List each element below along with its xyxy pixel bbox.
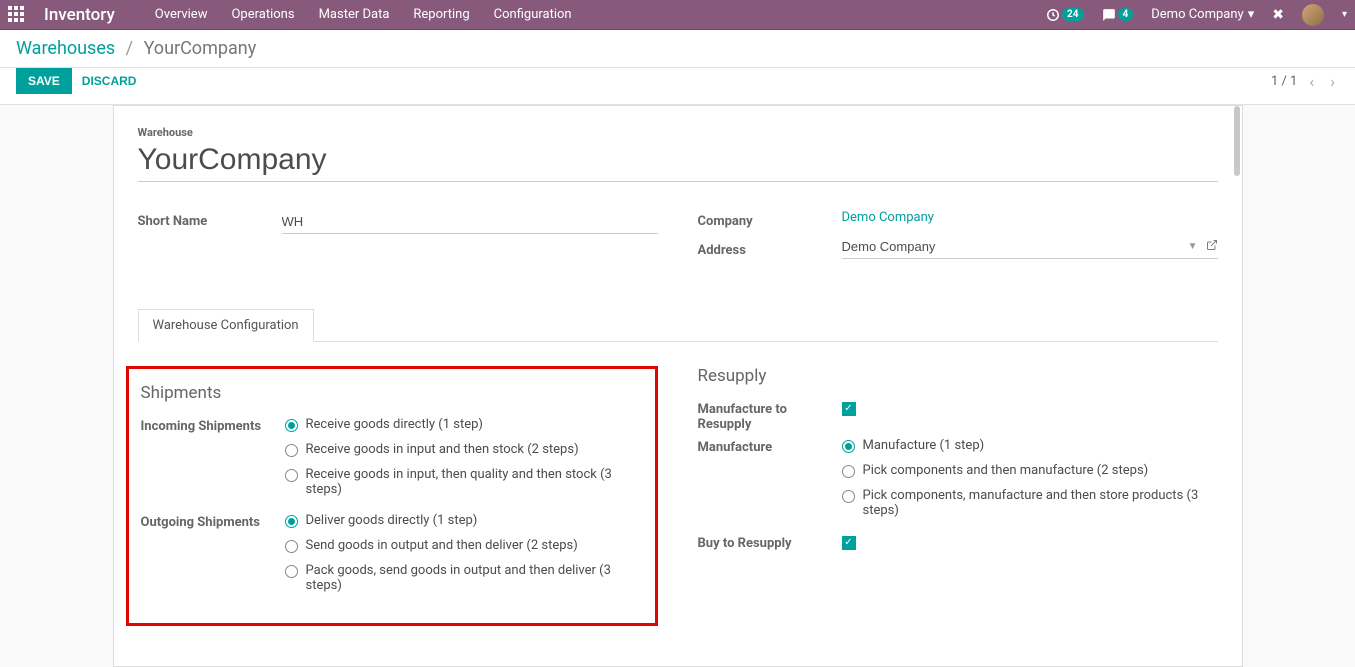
user-avatar[interactable] — [1302, 4, 1324, 26]
messaging-icon[interactable]: 4 — [1102, 8, 1134, 22]
control-panel-bottom: SAVE DISCARD 1 / 1 ‹ › — [0, 68, 1355, 105]
company-name: Demo Company — [1151, 7, 1243, 22]
pager-prev-icon[interactable]: ‹ — [1305, 72, 1318, 91]
dropdown-caret-icon[interactable]: ▼ — [1188, 241, 1198, 252]
scrollbar-thumb[interactable] — [1234, 106, 1240, 176]
incoming-option-1: Receive goods directly (1 step) — [306, 417, 483, 432]
manufacture-label: Manufacture — [698, 438, 842, 455]
shipments-section: Shipments Incoming Shipments Receive goo… — [138, 366, 658, 626]
manufacture-radio-2[interactable] — [842, 465, 855, 478]
pager-next-icon[interactable]: › — [1326, 72, 1339, 91]
address-input[interactable] — [842, 239, 1188, 254]
manufacture-option-2: Pick components and then manufacture (2 … — [863, 463, 1149, 478]
manufacture-option-3: Pick components, manufacture and then st… — [863, 488, 1218, 518]
scrollbar[interactable] — [1232, 106, 1242, 666]
breadcrumb: Warehouses / YourCompany — [16, 38, 1339, 59]
form-container: Warehouse Short Name Company Demo Compan… — [0, 105, 1355, 667]
menu-configuration[interactable]: Configuration — [494, 7, 572, 22]
incoming-option-2: Receive goods in input and then stock (2… — [306, 442, 579, 457]
buy-to-resupply-label: Buy to Resupply — [698, 534, 842, 551]
messaging-badge: 4 — [1118, 8, 1134, 21]
company-label: Company — [698, 210, 842, 229]
highlight-box: Shipments Incoming Shipments Receive goo… — [126, 366, 658, 626]
company-link[interactable]: Demo Company — [842, 210, 934, 225]
menu-overview[interactable]: Overview — [155, 7, 208, 22]
shortname-label: Short Name — [138, 210, 282, 229]
outgoing-option-3: Pack goods, send goods in output and the… — [306, 563, 645, 593]
company-switcher[interactable]: Demo Company ▾ — [1151, 7, 1254, 22]
pager-value[interactable]: 1 / 1 — [1271, 74, 1297, 89]
tab-warehouse-config[interactable]: Warehouse Configuration — [138, 309, 314, 342]
shortname-input[interactable] — [282, 210, 658, 234]
outgoing-label: Outgoing Shipments — [141, 513, 285, 530]
incoming-option-3: Receive goods in input, then quality and… — [306, 467, 645, 497]
systray: 24 4 Demo Company ▾ ✖ ▾ — [1046, 4, 1347, 26]
manufacture-radio-3[interactable] — [842, 490, 855, 503]
breadcrumb-separator: / — [126, 38, 133, 59]
activity-icon[interactable]: 24 — [1046, 8, 1083, 22]
incoming-radio-2[interactable] — [285, 444, 298, 457]
incoming-radio-1[interactable] — [285, 419, 298, 432]
app-title[interactable]: Inventory — [44, 5, 115, 25]
buy-to-resupply-checkbox[interactable]: ✓ — [842, 536, 856, 550]
manufacture-option-1: Manufacture (1 step) — [863, 438, 985, 453]
tab-content: Shipments Incoming Shipments Receive goo… — [138, 342, 1218, 626]
form-sheet: Warehouse Short Name Company Demo Compan… — [113, 105, 1243, 667]
outgoing-radio-2[interactable] — [285, 540, 298, 553]
control-panel-top: Warehouses / YourCompany — [0, 30, 1355, 68]
developer-tools-icon[interactable]: ✖ — [1272, 7, 1284, 23]
menu-operations[interactable]: Operations — [231, 7, 294, 22]
incoming-radio-3[interactable] — [285, 469, 298, 482]
outgoing-radio-1[interactable] — [285, 515, 298, 528]
menu-masterdata[interactable]: Master Data — [319, 7, 390, 22]
resupply-section: Resupply Manufacture to Resupply ✓ Manuf… — [698, 366, 1218, 626]
warehouse-label: Warehouse — [138, 126, 1218, 139]
breadcrumb-current: YourCompany — [144, 38, 257, 59]
external-link-icon[interactable] — [1206, 239, 1218, 254]
notebook-tabs: Warehouse Configuration — [138, 309, 1218, 342]
breadcrumb-root[interactable]: Warehouses — [16, 38, 115, 59]
caret-down-icon: ▾ — [1342, 9, 1347, 20]
incoming-label: Incoming Shipments — [141, 417, 285, 434]
warehouse-name-input[interactable] — [138, 141, 1218, 182]
manufacture-radio-1[interactable] — [842, 440, 855, 453]
pager: 1 / 1 ‹ › — [1271, 72, 1339, 91]
discard-button[interactable]: DISCARD — [82, 74, 137, 88]
save-button[interactable]: SAVE — [16, 68, 72, 94]
activity-badge: 24 — [1062, 8, 1083, 21]
address-label: Address — [698, 239, 842, 258]
resupply-title: Resupply — [698, 366, 1218, 386]
outgoing-radio-3[interactable] — [285, 565, 298, 578]
caret-down-icon: ▾ — [1248, 7, 1255, 22]
mfg-to-resupply-label: Manufacture to Resupply — [698, 400, 842, 432]
outgoing-option-1: Deliver goods directly (1 step) — [306, 513, 478, 528]
shipments-title: Shipments — [141, 383, 645, 403]
mfg-to-resupply-checkbox[interactable]: ✓ — [842, 402, 856, 416]
outgoing-option-2: Send goods in output and then deliver (2… — [306, 538, 578, 553]
apps-icon[interactable] — [8, 6, 26, 24]
main-menu: Overview Operations Master Data Reportin… — [155, 7, 1046, 22]
menu-reporting[interactable]: Reporting — [413, 7, 469, 22]
topbar: Inventory Overview Operations Master Dat… — [0, 0, 1355, 30]
